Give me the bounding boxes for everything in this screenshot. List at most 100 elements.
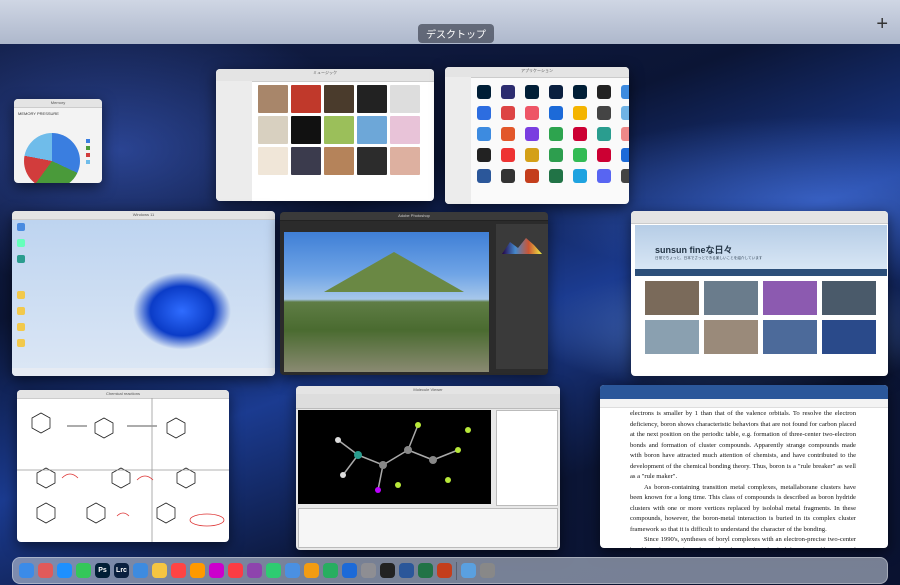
dock-icon-maps[interactable] [266, 563, 281, 578]
app-icon[interactable] [525, 148, 539, 162]
app-icon[interactable] [621, 169, 629, 183]
article-thumb[interactable] [645, 281, 699, 315]
app-icon[interactable] [525, 106, 539, 120]
app-icon[interactable] [549, 106, 563, 120]
dock-icon-podcasts[interactable] [247, 563, 262, 578]
app-icon[interactable] [597, 148, 611, 162]
album-cover[interactable] [258, 147, 288, 175]
app-icon[interactable] [573, 169, 587, 183]
dock-icon-app-store[interactable] [342, 563, 357, 578]
app-icon[interactable] [549, 148, 563, 162]
dock-icon-launchpad[interactable] [38, 563, 53, 578]
word-window[interactable]: electrons is smaller by 1 than that of t… [600, 385, 888, 548]
app-icon[interactable] [621, 106, 629, 120]
app-icon[interactable] [477, 148, 491, 162]
app-icon[interactable] [525, 127, 539, 141]
folder-icon[interactable] [17, 291, 25, 299]
folder-icon[interactable] [17, 307, 25, 315]
folder-icon[interactable] [17, 323, 25, 331]
add-space-button[interactable]: + [876, 14, 888, 34]
dock-icon-terminal[interactable] [380, 563, 395, 578]
blog-title[interactable]: sunsun fineな日々 [655, 243, 733, 256]
article-thumb[interactable] [645, 320, 699, 354]
molecule-toolbar[interactable] [296, 394, 560, 409]
dock-icon-excel[interactable] [418, 563, 433, 578]
app-icon[interactable] [477, 169, 491, 183]
dock-icon-photos[interactable] [209, 563, 224, 578]
app-icon[interactable] [501, 127, 515, 141]
desktop-icon[interactable] [17, 239, 25, 247]
dock-icon-pages[interactable] [304, 563, 319, 578]
article-thumb[interactable] [704, 320, 758, 354]
chem-drawing-window[interactable]: Chemical reactions [17, 390, 229, 542]
app-icon[interactable] [621, 85, 629, 99]
album-cover[interactable] [291, 116, 321, 144]
desktop-space-label[interactable]: デスクトップ [418, 24, 494, 43]
dock-icon-finder[interactable] [19, 563, 34, 578]
app-icon[interactable] [573, 148, 587, 162]
app-icon[interactable] [597, 106, 611, 120]
album-cover[interactable] [357, 85, 387, 113]
app-icon[interactable] [621, 127, 629, 141]
photoshop-window[interactable]: Adobe Photoshop [280, 212, 548, 375]
album-cover[interactable] [390, 116, 420, 144]
dock-icon-lrc[interactable]: Lrc [114, 563, 129, 578]
app-icon[interactable] [597, 127, 611, 141]
album-cover[interactable] [291, 85, 321, 113]
app-icon[interactable] [501, 85, 515, 99]
dock-icon-calendar[interactable] [171, 563, 186, 578]
app-icon[interactable] [549, 127, 563, 141]
dock-icon-system-settings[interactable] [361, 563, 376, 578]
app-icon[interactable] [597, 85, 611, 99]
music-window[interactable]: ミュージック [216, 69, 434, 201]
activity-monitor-window[interactable]: Memory MEMORY PRESSURE [14, 99, 102, 183]
blog-browser-window[interactable]: sunsun fineな日々 日常でちょっと、日本でさっとできる楽しいことを紹介… [631, 211, 888, 376]
app-icon[interactable] [549, 169, 563, 183]
windows-taskbar[interactable] [12, 368, 275, 376]
app-icon[interactable] [549, 85, 563, 99]
app-icon[interactable] [501, 106, 515, 120]
dock-icon-word[interactable] [399, 563, 414, 578]
word-toolbar[interactable] [600, 399, 888, 408]
app-icon[interactable] [501, 169, 515, 183]
dock-icon-mail[interactable] [133, 563, 148, 578]
blog-nav[interactable] [635, 269, 887, 276]
dock-icon-preview[interactable] [285, 563, 300, 578]
app-icon[interactable] [573, 106, 587, 120]
article-thumb[interactable] [704, 281, 758, 315]
desktop-icon[interactable] [17, 223, 25, 231]
album-cover[interactable] [324, 116, 354, 144]
dock-icon-trash[interactable] [480, 563, 495, 578]
dock-icon-safari[interactable] [57, 563, 72, 578]
app-icon[interactable] [621, 148, 629, 162]
dock-icon-notes[interactable] [152, 563, 167, 578]
desktop-icon[interactable] [17, 255, 25, 263]
app-icon[interactable] [525, 85, 539, 99]
album-cover[interactable] [357, 116, 387, 144]
album-cover[interactable] [324, 147, 354, 175]
dock-icon-reminders[interactable] [190, 563, 205, 578]
dock-icon-powerpoint[interactable] [437, 563, 452, 578]
word-ribbon[interactable] [600, 385, 888, 399]
windows-vm-window[interactable]: Windows 11 [12, 211, 275, 376]
album-cover[interactable] [258, 85, 288, 113]
dock-icon-downloads[interactable] [461, 563, 476, 578]
molecule-canvas[interactable] [298, 410, 491, 504]
app-icon[interactable] [477, 106, 491, 120]
article-thumb[interactable] [822, 281, 876, 315]
album-cover[interactable] [390, 147, 420, 175]
app-icon[interactable] [573, 85, 587, 99]
app-icon[interactable] [477, 85, 491, 99]
album-cover[interactable] [357, 147, 387, 175]
app-icon[interactable] [501, 148, 515, 162]
article-thumb[interactable] [763, 281, 817, 315]
album-cover[interactable] [291, 147, 321, 175]
molecule-side-panel[interactable] [496, 410, 558, 506]
dock-icon-music[interactable] [228, 563, 243, 578]
folder-icon[interactable] [17, 339, 25, 347]
word-document-body[interactable]: electrons is smaller by 1 than that of t… [630, 409, 856, 548]
molecule-bottom-panel[interactable] [298, 508, 558, 548]
dock-icon-messages[interactable] [76, 563, 91, 578]
album-cover[interactable] [258, 116, 288, 144]
app-icon[interactable] [597, 169, 611, 183]
